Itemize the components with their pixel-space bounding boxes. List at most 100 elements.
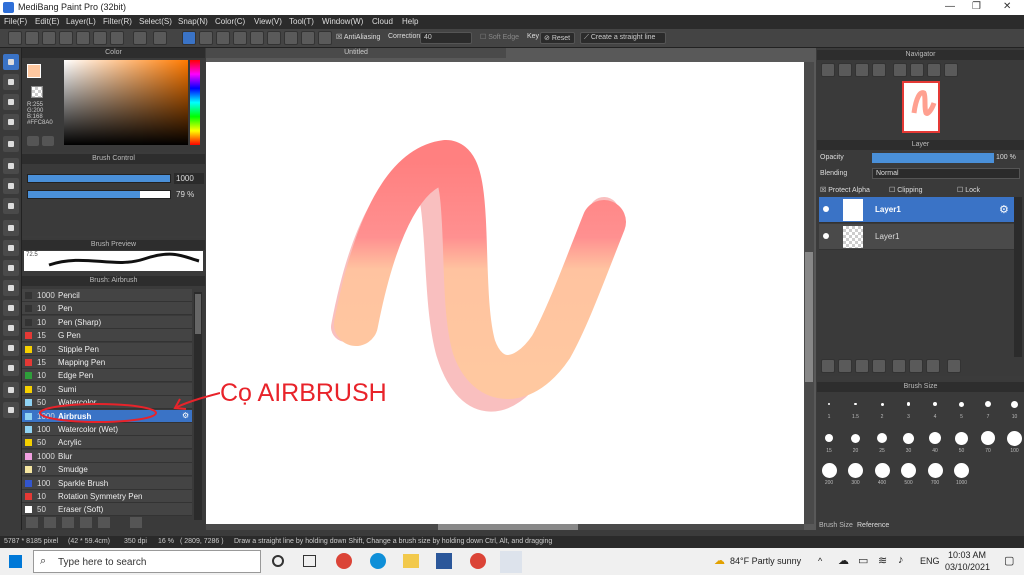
snap-radial-icon[interactable] [250, 31, 264, 45]
weather-text[interactable]: 84°F Partly sunny [730, 556, 801, 566]
taskbar-search[interactable]: ⌕ Type here to search [33, 550, 261, 573]
brush-size-preset[interactable] [848, 462, 863, 478]
clock-date[interactable]: 03/10/2021 [945, 562, 990, 572]
brush-copy-icon[interactable] [80, 517, 92, 528]
cloud-icon[interactable] [42, 31, 56, 45]
snap-parallel-icon[interactable] [199, 31, 213, 45]
cortana-icon[interactable] [272, 555, 284, 567]
brush-size-preset[interactable] [880, 402, 884, 406]
menu-snap[interactable]: Snap(N) [178, 17, 208, 26]
lasso-tool-icon[interactable] [3, 240, 19, 256]
eraser-tool-icon[interactable] [3, 74, 19, 90]
menu-select[interactable]: Select(S) [139, 17, 172, 26]
clock-time[interactable]: 10:03 AM [948, 550, 986, 560]
brush-item[interactable]: 15 G Pen [22, 329, 192, 343]
file-explorer-icon[interactable] [403, 554, 419, 568]
reference-tab[interactable]: Reference [857, 522, 889, 529]
antialiasing-checkbox[interactable]: ☒ AntiAliasing [336, 33, 380, 41]
tray-chevron-icon[interactable]: ^ [818, 556, 822, 566]
brush-tool-icon[interactable] [3, 54, 19, 70]
brush-settings-icon[interactable] [98, 517, 110, 528]
brush-list-scroll-thumb[interactable] [195, 294, 201, 334]
secondary-color-swatch[interactable] [31, 86, 43, 98]
menu-help[interactable]: Help [402, 17, 418, 26]
brush-item[interactable]: 50 Acrylic [22, 436, 192, 450]
canvas-vscroll-thumb[interactable] [805, 252, 813, 382]
brush-item[interactable]: 1000 Pencil [22, 289, 192, 302]
clipping-checkbox[interactable]: ☐ Clipping [889, 186, 923, 194]
actual-size-icon[interactable] [872, 63, 886, 77]
hand-tool-icon[interactable] [3, 402, 19, 418]
brush-add-icon[interactable] [26, 517, 38, 528]
palette-icon[interactable] [27, 136, 39, 146]
brush-opacity-slider[interactable] [27, 190, 171, 199]
redo-icon[interactable] [153, 31, 167, 45]
layer-settings-icon[interactable]: ⚙ [999, 203, 1009, 216]
medibang-taskbar-icon[interactable] [500, 551, 522, 573]
layer-folder-icon[interactable] [892, 359, 906, 373]
brush-item[interactable]: 10 Pen [22, 302, 192, 316]
fit-icon[interactable] [855, 63, 869, 77]
brush-size-preset[interactable] [901, 462, 916, 478]
layer-row[interactable]: Layer1 ⚙ [819, 197, 1014, 223]
rotate-left-icon[interactable] [893, 63, 907, 77]
brush-size-preset[interactable] [954, 462, 969, 478]
zoom-out-icon[interactable] [838, 63, 852, 77]
select-pen-icon[interactable] [3, 280, 19, 296]
volume-icon[interactable]: ♪ [898, 554, 904, 566]
menu-edit[interactable]: Edit(E) [35, 17, 59, 26]
task-view-icon[interactable] [303, 555, 316, 567]
snap-off-icon[interactable] [182, 31, 196, 45]
zoom-in-icon[interactable] [821, 63, 835, 77]
lock-checkbox[interactable]: ☐ Lock [957, 186, 980, 194]
layer-scrollbar[interactable] [1014, 197, 1022, 357]
chrome-profile-icon[interactable] [470, 553, 486, 569]
canvas-hscrollbar[interactable] [206, 524, 804, 530]
soft-edge-checkbox[interactable]: ☐ Soft Edge [480, 33, 519, 41]
brush-item[interactable]: 10 Edge Pen [22, 369, 192, 383]
maximize-icon[interactable]: ❐ [972, 1, 981, 12]
brush-size-preset[interactable] [1007, 430, 1022, 446]
brush-size-preset[interactable] [903, 432, 914, 444]
brush-size-slider[interactable] [27, 174, 171, 183]
reset-button[interactable]: ⊘ Reset [540, 32, 575, 44]
snap-grid-icon[interactable] [233, 31, 247, 45]
navigator-thumbnail[interactable] [902, 81, 940, 133]
rotate-reset-icon[interactable] [927, 63, 941, 77]
fill-rect-tool-icon[interactable] [3, 158, 19, 174]
brush-size-preset[interactable] [1011, 400, 1018, 408]
brush-size-tab[interactable]: Brush Size [819, 522, 853, 529]
close-icon[interactable]: ✕ [1003, 1, 1011, 12]
new-file-icon[interactable] [8, 31, 22, 45]
operation-tool-icon[interactable] [3, 340, 19, 356]
layer-row[interactable]: Layer1 [819, 224, 1014, 250]
hue-slider[interactable] [190, 60, 200, 145]
eyedropper-tool-icon[interactable] [3, 382, 19, 398]
chrome-icon[interactable] [336, 553, 352, 569]
correction-select[interactable]: 40 [420, 32, 472, 44]
windows-start-icon[interactable] [9, 555, 22, 568]
battery-icon[interactable]: ▭ [858, 554, 868, 567]
brush-import-icon[interactable] [44, 517, 56, 528]
menu-view[interactable]: View(V) [254, 17, 282, 26]
new-layer-icon[interactable] [821, 359, 835, 373]
select-eraser-icon[interactable] [3, 300, 19, 316]
new-halftone-layer-icon[interactable] [838, 359, 852, 373]
bucket-tool-icon[interactable] [3, 178, 19, 194]
rotate-right-icon[interactable] [910, 63, 924, 77]
brush-size-preset[interactable] [825, 434, 833, 442]
snap-curve-icon[interactable] [284, 31, 298, 45]
undo-icon[interactable] [133, 31, 147, 45]
menu-color[interactable]: Color(C) [215, 17, 245, 26]
menu-window[interactable]: Window(W) [322, 17, 363, 26]
brush-size-preset[interactable] [981, 431, 995, 445]
brush-size-preset[interactable] [854, 402, 857, 406]
brush-size-preset[interactable] [821, 462, 837, 478]
text-tool-icon[interactable] [3, 320, 19, 336]
settings-icon[interactable] [110, 31, 124, 45]
brush-item[interactable]: 10 Pen (Sharp) [22, 315, 192, 329]
divide-tool-icon[interactable] [3, 360, 19, 376]
cloud-tray-icon[interactable]: ☁ [838, 554, 849, 567]
snap-cross-icon[interactable] [216, 31, 230, 45]
export-icon[interactable] [76, 31, 90, 45]
